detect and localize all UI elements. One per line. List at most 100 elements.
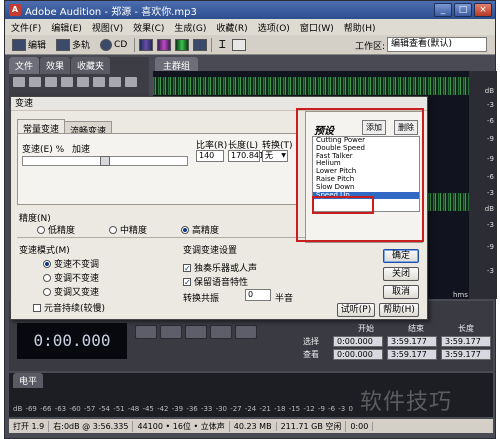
radio-selected-icon	[181, 225, 189, 234]
stop-icon[interactable]	[135, 325, 157, 339]
play-loop-icon[interactable]	[210, 325, 232, 339]
loop-icon[interactable]	[109, 77, 121, 87]
menu-options[interactable]: 选项(O)	[258, 21, 290, 34]
level-tick-label: -12	[303, 405, 315, 413]
preset-highlight-box	[296, 108, 424, 242]
selection-view-table: 开始 结束 长度 选择 0:00.000 3:59.177 3:59.177 查…	[303, 323, 493, 360]
selection-start-field[interactable]: 0:00.000	[333, 336, 383, 347]
db-scale: dB -3 -6 -9 -9 -6 -3 dB -3 -9 -3	[469, 71, 497, 299]
preview-button[interactable]: 试听(P)	[337, 303, 375, 317]
toolbar-separator	[134, 37, 136, 52]
maximize-button[interactable]: □	[454, 3, 472, 17]
level-tick-label: -24	[244, 405, 257, 413]
menu-file[interactable]: 文件(F)	[11, 21, 41, 34]
waveform-left-channel	[153, 77, 469, 95]
tab-effects[interactable]: 效果	[40, 57, 71, 74]
selection-length-field[interactable]: 3:59.177	[441, 336, 491, 347]
insert-icon[interactable]	[61, 77, 73, 87]
play-file-icon[interactable]	[93, 77, 105, 87]
preserve-speech-checkbox[interactable]: 保留语音特性	[183, 275, 248, 288]
open-file-icon[interactable]	[13, 77, 25, 87]
level-tick-label: -9	[317, 405, 325, 413]
close-dialog-button[interactable]: 关闭	[383, 267, 419, 281]
ratio-input[interactable]: 140	[196, 150, 224, 162]
close-button[interactable]: ×	[474, 3, 492, 17]
row-label-selection: 选择	[303, 337, 319, 346]
time-selection-tool-icon[interactable]: Ɪ	[216, 36, 228, 53]
slider-thumb[interactable]	[100, 156, 110, 166]
menu-help[interactable]: 帮助(H)	[344, 21, 376, 34]
precision-low-radio[interactable]: 低精度	[37, 223, 75, 236]
db-label: -3	[487, 189, 494, 197]
mode-pitch-shift-radio[interactable]: 变调不变速	[43, 271, 99, 284]
menu-view[interactable]: 视图(V)	[92, 21, 123, 34]
cancel-button[interactable]: 取消	[383, 285, 419, 299]
menu-favorites[interactable]: 收藏(R)	[216, 21, 247, 34]
view-end-field[interactable]: 3:59.177	[387, 349, 437, 360]
workspace-label: 工作区:	[354, 42, 385, 52]
transpose-select[interactable]: 无	[262, 150, 288, 162]
watermark: 软件技巧	[360, 390, 453, 415]
pause-icon[interactable]	[185, 325, 207, 339]
mode-3-label: 变调又变速	[54, 288, 100, 298]
cd-icon	[100, 38, 113, 51]
play-icon[interactable]	[160, 325, 182, 339]
level-tick-label: 0	[348, 405, 353, 413]
waveform-view-icon[interactable]	[139, 38, 154, 51]
level-tick-label: -6	[328, 405, 336, 413]
db-label: -3	[487, 221, 494, 229]
minimize-button[interactable]: _	[434, 3, 452, 17]
workspace-select[interactable]: 编辑查看(默认)	[387, 37, 487, 52]
header-end: 结束	[408, 324, 424, 333]
menu-generate[interactable]: 生成(G)	[174, 21, 206, 34]
row-label-view: 查看	[303, 350, 319, 359]
db-label: dB	[484, 205, 494, 213]
help-button[interactable]: 帮助(H)	[379, 303, 419, 317]
length-input[interactable]: 170.841	[228, 150, 264, 162]
level-tick-label: -21	[259, 405, 271, 413]
level-tick-label: -45	[142, 405, 154, 413]
level-tick-label: -60	[69, 405, 81, 413]
selection-end-field[interactable]: 3:59.177	[387, 336, 437, 347]
menu-edit[interactable]: 编辑(E)	[51, 21, 82, 34]
db-label: -3	[487, 101, 494, 109]
rewind-icon[interactable]	[235, 325, 257, 339]
level-tick-label: -63	[54, 405, 67, 413]
autoplay-icon[interactable]	[125, 77, 137, 87]
tab-level[interactable]: 电平	[13, 373, 44, 388]
ok-button[interactable]: 确定	[383, 249, 419, 263]
level-tick-label: -36	[186, 405, 198, 413]
db-label: -9	[487, 135, 494, 143]
cd-view-button[interactable]: CD	[97, 38, 130, 52]
close-file-icon[interactable]	[45, 77, 57, 87]
db-label: -3	[487, 267, 494, 275]
edit-view-button[interactable]: 编辑	[9, 37, 49, 52]
solo-instrument-checkbox[interactable]: 独奏乐器或人声	[183, 261, 257, 274]
view-length-field[interactable]: 3:59.177	[441, 349, 491, 360]
mode-resample-radio[interactable]: 变调又变速	[43, 285, 99, 298]
pan-view-icon[interactable]	[175, 38, 190, 51]
precision-mid-label: 中精度	[120, 226, 148, 236]
level-tick-label: -33	[200, 405, 213, 413]
mode-time-stretch-radio[interactable]: 变速不变调	[43, 257, 99, 270]
precision-mid-radio[interactable]: 中精度	[109, 223, 147, 236]
table-row: 查看 0:00.000 3:59.177 3:59.177	[303, 349, 493, 360]
tab-favorites[interactable]: 收藏夹	[71, 57, 111, 74]
preserve-vowel-checkbox[interactable]: 元音持续(较慢)	[33, 301, 105, 314]
multitrack-view-button[interactable]: 多轨	[53, 37, 93, 52]
precision-high-radio[interactable]: 高精度	[181, 223, 219, 236]
menu-bar: 文件(F) 编辑(E) 视图(V) 效果(C) 生成(G) 收藏(R) 选项(O…	[5, 19, 495, 35]
radio-icon	[109, 225, 117, 234]
spectral-view-icon[interactable]	[157, 38, 172, 51]
meter-view-icon[interactable]	[193, 38, 208, 51]
stretch-slider[interactable]	[22, 156, 188, 166]
tab-files[interactable]: 文件	[9, 57, 40, 74]
import-icon[interactable]	[29, 77, 41, 87]
semitone-label: 半音	[275, 294, 294, 304]
menu-window[interactable]: 窗口(W)	[300, 21, 334, 34]
edit-file-icon[interactable]	[77, 77, 89, 87]
menu-effects[interactable]: 效果(C)	[133, 21, 164, 34]
view-start-field[interactable]: 0:00.000	[333, 349, 383, 360]
formant-transpose-input[interactable]: 0	[245, 289, 271, 301]
marquee-tool-icon[interactable]	[232, 38, 247, 51]
